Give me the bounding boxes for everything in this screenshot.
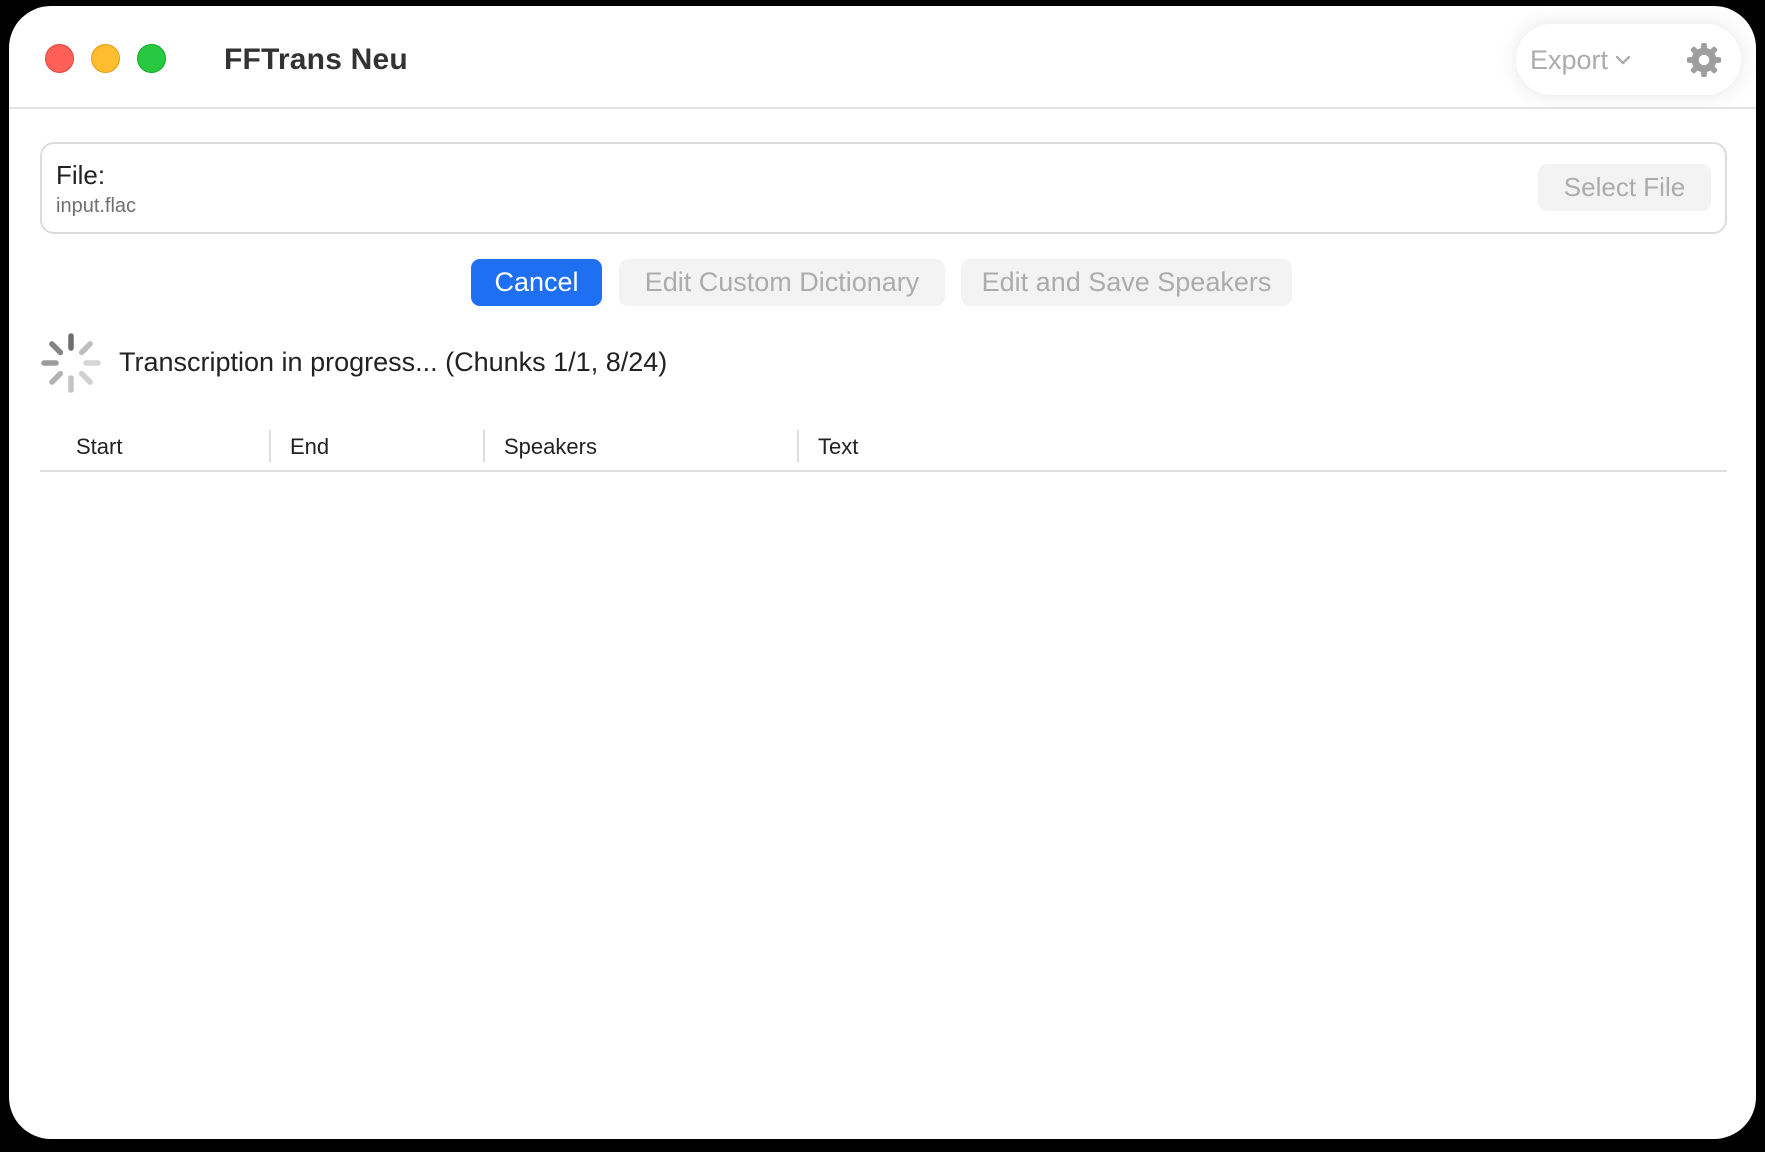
gear-icon[interactable] [1685,41,1723,79]
column-header-text[interactable]: Text [818,424,858,470]
column-header-start[interactable]: Start [76,424,122,470]
cancel-button[interactable]: Cancel [471,259,602,306]
chevron-down-icon [1615,55,1631,65]
app-window: FFTrans Neu Export File: input.flac Sele… [9,6,1756,1139]
title-bar: FFTrans Neu Export [9,6,1756,109]
zoom-window-button[interactable] [137,44,166,73]
spinner-icon [41,333,101,393]
column-divider[interactable] [797,430,799,462]
column-header-speakers[interactable]: Speakers [504,424,597,470]
export-menu-button[interactable]: Export [1530,42,1632,78]
transcript-table-header: Start End Speakers Text [40,424,1727,472]
column-divider[interactable] [483,430,485,462]
export-label: Export [1530,44,1609,75]
edit-save-speakers-button[interactable]: Edit and Save Speakers [961,259,1292,306]
file-label: File: [56,160,106,190]
file-name: input.flac [56,195,137,217]
progress-status-text: Transcription in progress... (Chunks 1/1… [119,347,668,377]
column-divider[interactable] [269,430,271,462]
window-title: FFTrans Neu [224,43,408,76]
edit-custom-dictionary-button[interactable]: Edit Custom Dictionary [619,259,945,306]
close-window-button[interactable] [45,44,74,73]
minimize-window-button[interactable] [91,44,120,73]
column-header-end[interactable]: End [290,424,329,470]
file-selector-panel: File: input.flac Select File [40,142,1727,234]
transcript-table-body [40,472,1727,1112]
toolbar-group: Export [1516,24,1741,95]
select-file-button[interactable]: Select File [1538,164,1711,211]
